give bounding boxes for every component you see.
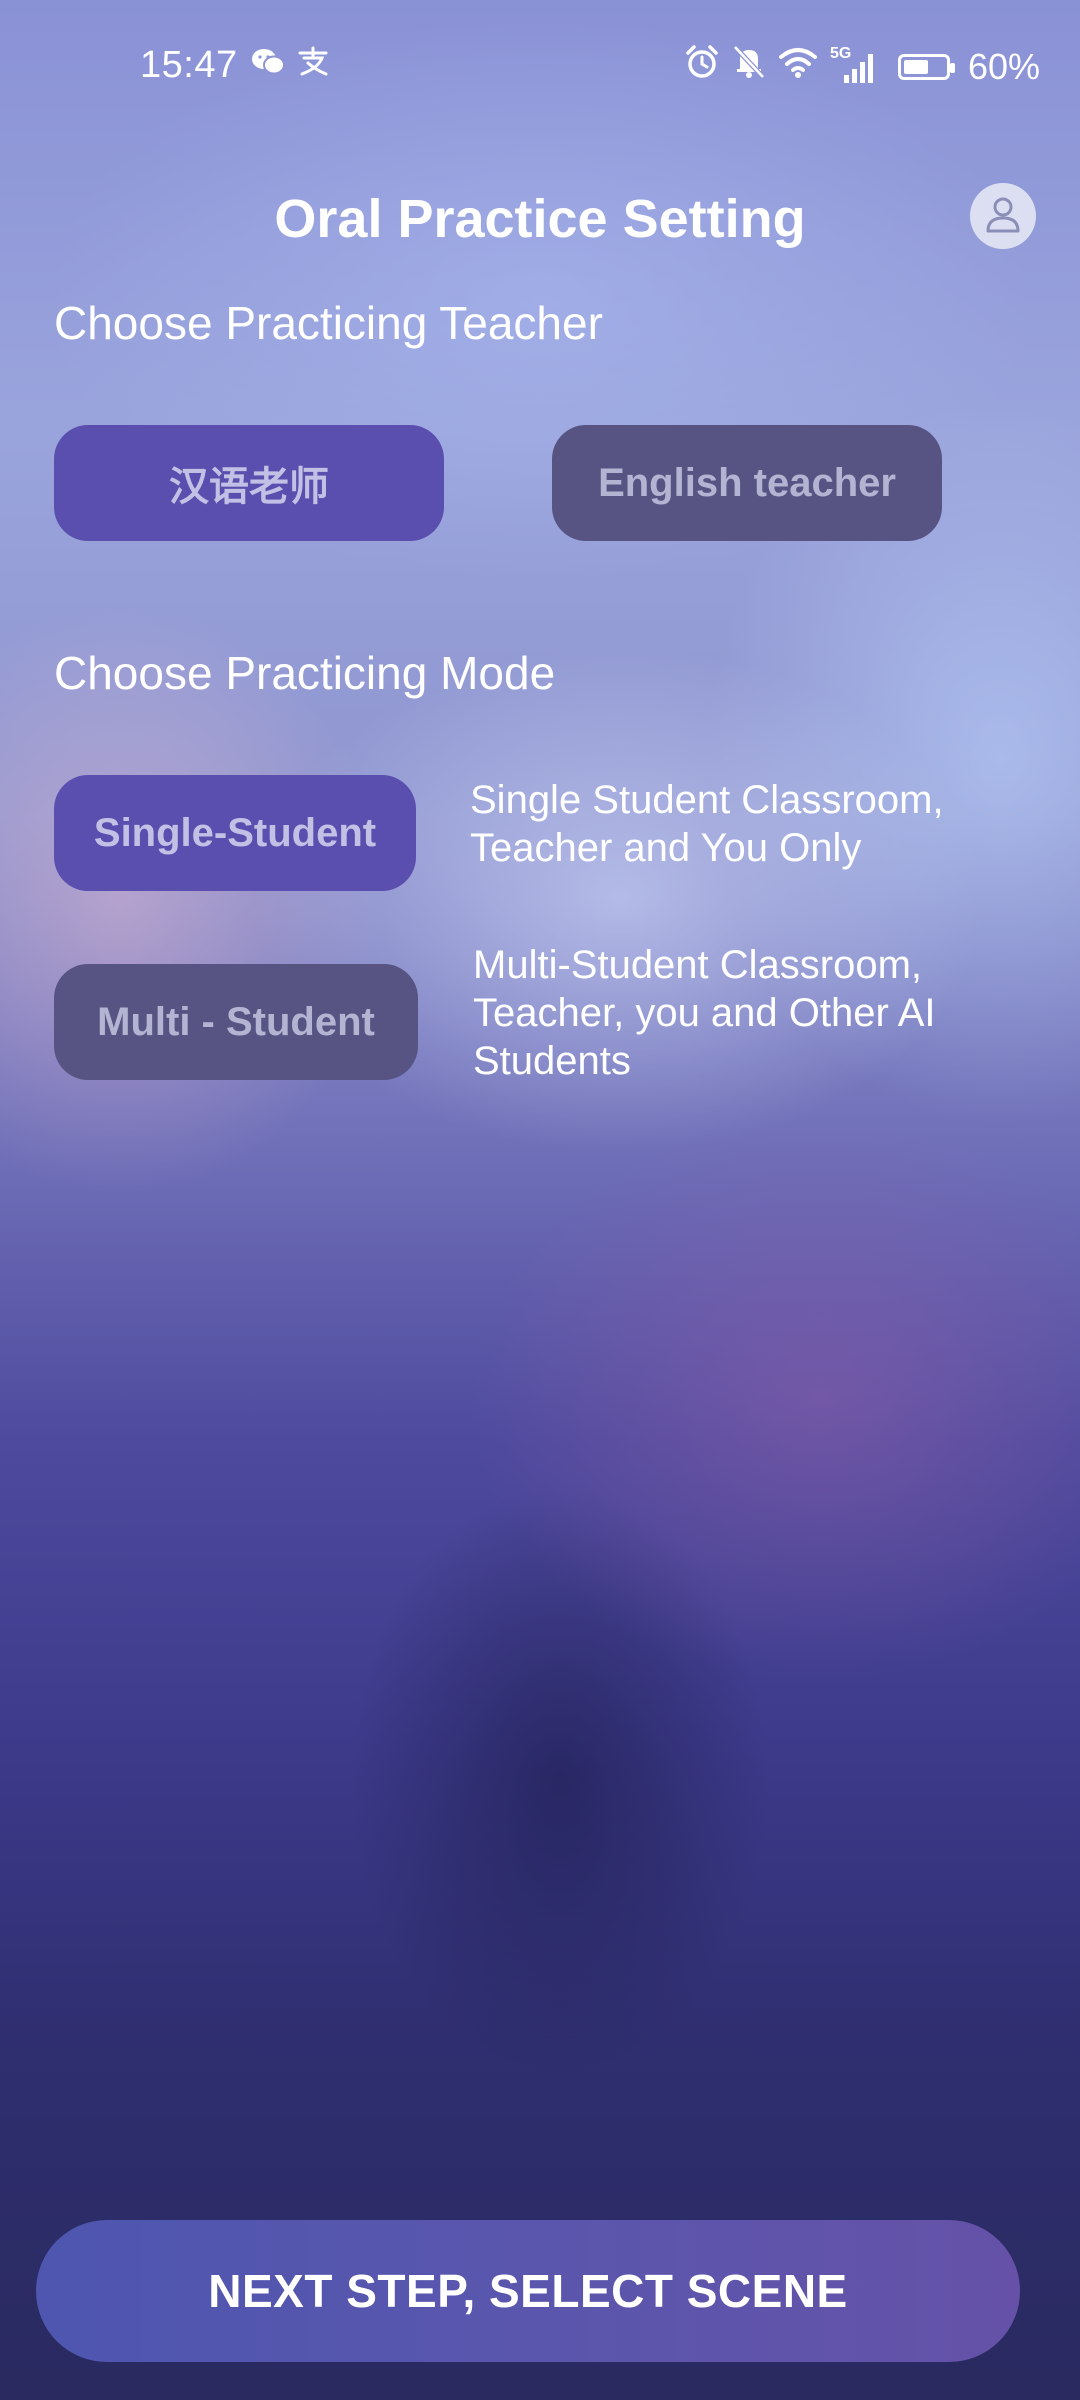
mode-option-single-student[interactable]: Single-Student bbox=[54, 775, 416, 891]
status-time: 15:47 bbox=[140, 44, 238, 86]
alarm-icon bbox=[684, 44, 720, 89]
battery-icon bbox=[897, 53, 955, 80]
single-student-description: Single Student Classroom, Teacher and Yo… bbox=[470, 776, 944, 872]
teacher-option-english[interactable]: English teacher bbox=[552, 425, 942, 541]
mode-option-label: Multi - Student bbox=[97, 999, 375, 1044]
wechat-icon bbox=[250, 46, 286, 86]
next-step-button[interactable]: NEXT STEP, SELECT SCENE bbox=[36, 2220, 1020, 2362]
description-line: Teacher and You Only bbox=[470, 826, 862, 870]
profile-button[interactable] bbox=[970, 183, 1036, 249]
description-line: Single Student Classroom, bbox=[470, 778, 944, 822]
teacher-option-label: 汉语老师 bbox=[169, 465, 329, 509]
teacher-option-label: English teacher bbox=[598, 460, 896, 505]
battery-fill bbox=[903, 59, 928, 74]
app-screen: 15:47 5G 60% Oral Practice Setting Choos… bbox=[0, 0, 1080, 2400]
page-title: Oral Practice Setting bbox=[274, 189, 806, 249]
status-icons: 5G 60% bbox=[684, 44, 1040, 89]
description-line: Teacher, you and Other AI bbox=[473, 991, 936, 1035]
description-line: Multi-Student Classroom, bbox=[473, 943, 923, 987]
mode-option-label: Single-Student bbox=[93, 810, 377, 855]
mute-icon bbox=[732, 44, 766, 89]
description-line: Students bbox=[473, 1039, 631, 1083]
multi-student-description: Multi-Student Classroom, Teacher, you an… bbox=[473, 941, 936, 1085]
teacher-option-chinese[interactable]: 汉语老师 bbox=[54, 425, 444, 541]
mode-option-multi-student[interactable]: Multi - Student bbox=[54, 964, 418, 1080]
alipay-icon bbox=[296, 46, 330, 86]
signal-icon: 5G bbox=[830, 45, 878, 85]
next-step-label: NEXT STEP, SELECT SCENE bbox=[208, 2265, 848, 2317]
mode-section-title: Choose Practicing Mode bbox=[54, 647, 556, 699]
wifi-icon bbox=[778, 45, 818, 88]
battery-percent: 60% bbox=[967, 45, 1040, 87]
battery-outline bbox=[897, 53, 955, 80]
teacher-section-title: Choose Practicing Teacher bbox=[54, 297, 603, 349]
status-bar: 15:47 5G 60% bbox=[0, 0, 1080, 130]
user-avatar-icon bbox=[984, 194, 1022, 239]
